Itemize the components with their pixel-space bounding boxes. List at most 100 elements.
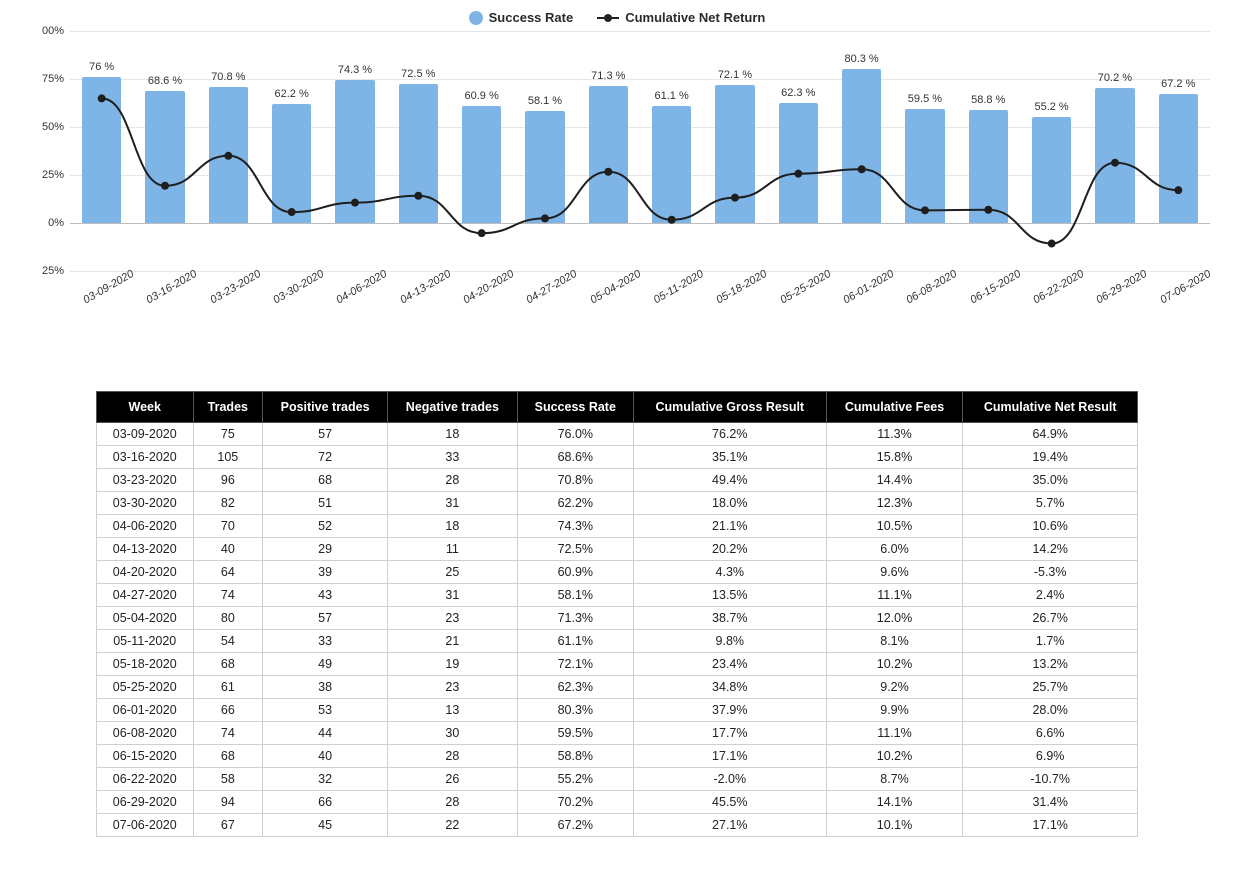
chart-legend: Success Rate Cumulative Net Return bbox=[16, 10, 1218, 25]
table-cell: 43 bbox=[263, 584, 388, 607]
table-cell: 49.4% bbox=[633, 469, 826, 492]
line-marker bbox=[604, 168, 612, 176]
table-cell: 60.9% bbox=[517, 561, 633, 584]
table-row: 06-29-202094662870.2%45.5%14.1%31.4% bbox=[97, 791, 1138, 814]
line-marker bbox=[984, 206, 992, 214]
table-cell: 94 bbox=[193, 791, 263, 814]
table-cell: 35.1% bbox=[633, 446, 826, 469]
table-cell: 04-20-2020 bbox=[97, 561, 194, 584]
table-cell: 33 bbox=[263, 630, 388, 653]
table-cell: 44 bbox=[263, 722, 388, 745]
table-cell: 68.6% bbox=[517, 446, 633, 469]
table-cell: 28 bbox=[388, 469, 518, 492]
table-row: 03-30-202082513162.2%18.0%12.3%5.7% bbox=[97, 492, 1138, 515]
table-row: 07-06-202067452267.2%27.1%10.1%17.1% bbox=[97, 814, 1138, 837]
table-cell: 05-25-2020 bbox=[97, 676, 194, 699]
table-cell: 49 bbox=[263, 653, 388, 676]
table-cell: 17.7% bbox=[633, 722, 826, 745]
y-tick-label: 25% bbox=[24, 169, 64, 181]
x-axis: 03-09-202003-16-202003-23-202003-30-2020… bbox=[70, 275, 1210, 295]
table-cell: 70 bbox=[193, 515, 263, 538]
table-cell: 38 bbox=[263, 676, 388, 699]
legend-label-cumulative-net-return: Cumulative Net Return bbox=[625, 10, 765, 25]
table-header-cell: Cumulative Gross Result bbox=[633, 392, 826, 423]
table-cell: 06-22-2020 bbox=[97, 768, 194, 791]
table-cell: 64.9% bbox=[963, 423, 1138, 446]
table-cell: 58 bbox=[193, 768, 263, 791]
table-cell: 1.7% bbox=[963, 630, 1138, 653]
table-row: 06-01-202066531380.3%37.9%9.9%28.0% bbox=[97, 699, 1138, 722]
table-row: 04-06-202070521874.3%21.1%10.5%10.6% bbox=[97, 515, 1138, 538]
table-cell: 67.2% bbox=[517, 814, 633, 837]
table-body: 03-09-202075571876.0%76.2%11.3%64.9%03-1… bbox=[97, 423, 1138, 837]
table-header-cell: Week bbox=[97, 392, 194, 423]
table-cell: 54 bbox=[193, 630, 263, 653]
table-cell: 58.8% bbox=[517, 745, 633, 768]
table-cell: 12.0% bbox=[826, 607, 963, 630]
line-marker bbox=[288, 208, 296, 216]
table-cell: 66 bbox=[193, 699, 263, 722]
table-cell: 34.8% bbox=[633, 676, 826, 699]
line-marker bbox=[414, 192, 422, 200]
table-cell: 55.2% bbox=[517, 768, 633, 791]
table-cell: 11.1% bbox=[826, 584, 963, 607]
table-cell: 10.2% bbox=[826, 653, 963, 676]
table-cell: 19.4% bbox=[963, 446, 1138, 469]
table-cell: 21.1% bbox=[633, 515, 826, 538]
table-cell: 26.7% bbox=[963, 607, 1138, 630]
table-cell: 70.2% bbox=[517, 791, 633, 814]
y-tick-label: 0% bbox=[24, 217, 64, 229]
table-cell: 82 bbox=[193, 492, 263, 515]
table-cell: 76.2% bbox=[633, 423, 826, 446]
legend-label-success-rate: Success Rate bbox=[489, 10, 574, 25]
table-row: 05-18-202068491972.1%23.4%10.2%13.2% bbox=[97, 653, 1138, 676]
table-cell: 72.1% bbox=[517, 653, 633, 676]
table-cell: 51 bbox=[263, 492, 388, 515]
table-cell: 5.7% bbox=[963, 492, 1138, 515]
table-cell: 28.0% bbox=[963, 699, 1138, 722]
table-cell: 4.3% bbox=[633, 561, 826, 584]
table-cell: 23 bbox=[388, 607, 518, 630]
table-cell: -5.3% bbox=[963, 561, 1138, 584]
data-table-wrap: WeekTradesPositive tradesNegative trades… bbox=[96, 391, 1138, 837]
table-cell: 25 bbox=[388, 561, 518, 584]
table-row: 03-09-202075571876.0%76.2%11.3%64.9% bbox=[97, 423, 1138, 446]
table-cell: 06-01-2020 bbox=[97, 699, 194, 722]
table-cell: 61.1% bbox=[517, 630, 633, 653]
table-cell: 8.1% bbox=[826, 630, 963, 653]
table-cell: 05-11-2020 bbox=[97, 630, 194, 653]
table-cell: 6.6% bbox=[963, 722, 1138, 745]
y-tick-label: 00% bbox=[24, 25, 64, 37]
table-cell: 74.3% bbox=[517, 515, 633, 538]
line-marker bbox=[478, 229, 486, 237]
table-cell: 66 bbox=[263, 791, 388, 814]
table-cell: 28 bbox=[388, 745, 518, 768]
table-header-cell: Cumulative Fees bbox=[826, 392, 963, 423]
table-cell: 58.1% bbox=[517, 584, 633, 607]
table-cell: 23.4% bbox=[633, 653, 826, 676]
table-cell: 13 bbox=[388, 699, 518, 722]
line-marker bbox=[98, 94, 106, 102]
combo-chart: 25%0%25%50%75%00% 76 %68.6 %70.8 %62.2 %… bbox=[24, 31, 1210, 331]
table-cell: 15.8% bbox=[826, 446, 963, 469]
table-cell: 10.6% bbox=[963, 515, 1138, 538]
table-cell: 14.1% bbox=[826, 791, 963, 814]
table-cell: 74 bbox=[193, 584, 263, 607]
table-cell: 03-30-2020 bbox=[97, 492, 194, 515]
table-cell: 07-06-2020 bbox=[97, 814, 194, 837]
table-cell: 9.6% bbox=[826, 561, 963, 584]
table-cell: 72 bbox=[263, 446, 388, 469]
table-row: 04-13-202040291172.5%20.2%6.0%14.2% bbox=[97, 538, 1138, 561]
table-cell: 27.1% bbox=[633, 814, 826, 837]
table-cell: 05-18-2020 bbox=[97, 653, 194, 676]
table-cell: 75 bbox=[193, 423, 263, 446]
legend-swatch-line-icon bbox=[597, 11, 619, 25]
table-cell: 9.2% bbox=[826, 676, 963, 699]
table-cell: 30 bbox=[388, 722, 518, 745]
y-tick-label: 25% bbox=[24, 265, 64, 277]
table-cell: 62.2% bbox=[517, 492, 633, 515]
table-cell: -10.7% bbox=[963, 768, 1138, 791]
table-cell: 10.2% bbox=[826, 745, 963, 768]
table-cell: 40 bbox=[263, 745, 388, 768]
line-path bbox=[102, 98, 1179, 243]
